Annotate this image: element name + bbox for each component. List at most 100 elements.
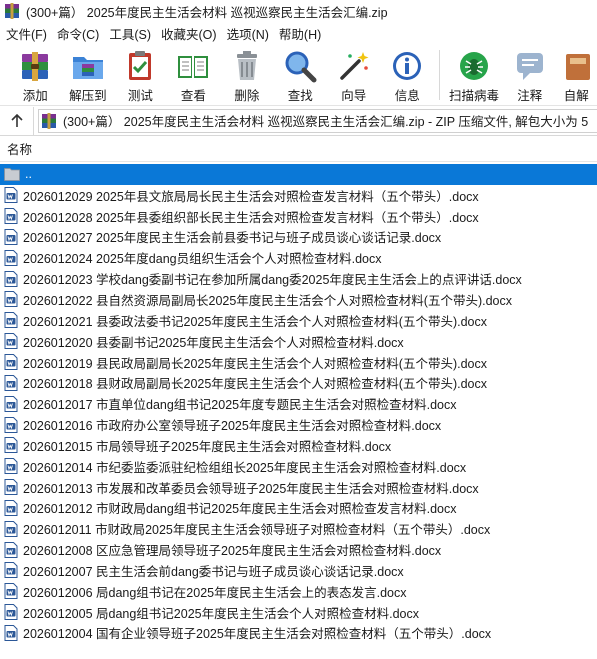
file-name: 2026012020 县委副书记2025年度民主生活会个人对照检查材料.docx: [23, 335, 404, 350]
wizard-wand-icon: [340, 52, 369, 80]
file-row[interactable]: 2026012027 2025年度民主生活会前县委书记与班子成员谈心谈话记录.d…: [0, 227, 597, 248]
file-row[interactable]: 2026012017 市直单位dang组书记2025年度专题民主生活会对照检查材…: [0, 393, 597, 414]
winrar-app-icon: [5, 3, 19, 19]
file-row[interactable]: 2026012008 区应急管理局领导班子2025年度民主生活会对照检查材料.d…: [0, 539, 597, 560]
find-button[interactable]: 查找: [275, 44, 326, 104]
sfx-button[interactable]: 自解: [558, 44, 595, 104]
docx-file-icon: [4, 499, 18, 516]
window-title: (300+篇） 2025年度民主生活会材料 巡视巡察民主生活会汇编.zip: [26, 5, 388, 20]
file-row[interactable]: 2026012005 局dang组书记2025年度民主生活会个人对照检查材料.d…: [0, 602, 597, 623]
file-row[interactable]: 2026012022 县自然资源局副局长2025年度民主生活会个人对照检查材料(…: [0, 289, 597, 310]
find-label: 查找: [287, 89, 313, 103]
file-row[interactable]: 2026012018 县财政局副局长2025年度民主生活会个人对照检查材料(五个…: [0, 372, 597, 393]
info-button[interactable]: 信息: [382, 44, 433, 104]
file-row[interactable]: 2026012006 局dang组书记在2025年度民主生活会上的表态发言.do…: [0, 581, 597, 602]
file-name: 2026012016 市政府办公室领导班子2025年度民主生活会对照检查材料.d…: [23, 419, 442, 434]
file-name: 2026012018 县财政局副局长2025年度民主生活会个人对照检查材料(五个…: [23, 377, 488, 392]
file-row[interactable]: 2026012020 县委副书记2025年度民主生活会个人对照检查材料.docx: [0, 331, 597, 352]
menu-bar: 文件(F) 命令(C) 工具(S) 收藏夹(O) 选项(N) 帮助(H): [0, 22, 597, 44]
docx-file-icon: [4, 354, 18, 371]
magnifier-icon: [285, 51, 317, 83]
up-one-level-button[interactable]: [0, 106, 34, 135]
file-row[interactable]: 2026012029 2025年县文旅局局长民主生活会对照检查发言材料（五个带头…: [0, 185, 597, 206]
address-bar: (300+篇） 2025年度民主生活会材料 巡视巡察民主生活会汇编.zip - …: [0, 106, 597, 136]
view-book-icon: [178, 56, 209, 78]
docx-file-icon: [4, 312, 18, 329]
add-label: 添加: [22, 89, 48, 103]
docx-file-icon: [4, 604, 18, 621]
file-row[interactable]: 2026012028 2025年县委组织部长民主生活会对照检查发言材料（五个带头…: [0, 206, 597, 227]
delete-label: 删除: [234, 89, 260, 103]
arrow-up-icon: [10, 113, 23, 127]
docx-file-icon: [4, 333, 18, 350]
file-row[interactable]: 2026012004 国有企业领导班子2025年度民主生活会对照检查材料（五个带…: [0, 623, 597, 644]
extract-to-button[interactable]: 解压到: [63, 44, 114, 104]
extract-to-label: 解压到: [69, 89, 107, 103]
column-header: 名称: [0, 136, 597, 162]
column-name-header[interactable]: 名称: [7, 139, 32, 158]
docx-file-icon: [4, 562, 18, 579]
file-name: 2026012023 学校dang委副书记在参加所属dang委2025年度民主生…: [23, 273, 522, 288]
file-name: 2026012017 市直单位dang组书记2025年度专题民主生活会对照检查材…: [23, 398, 457, 413]
docx-file-icon: [4, 458, 18, 475]
info-label: 信息: [394, 89, 420, 103]
wizard-button[interactable]: 向导: [328, 44, 379, 104]
file-name: 2026012005 局dang组书记2025年度民主生活会个人对照检查材料.d…: [23, 606, 419, 621]
file-name: 2026012022 县自然资源局副局长2025年度民主生活会个人对照检查材料(…: [23, 293, 513, 308]
wizard-label: 向导: [341, 89, 367, 103]
file-row[interactable]: 2026012016 市政府办公室领导班子2025年度民主生活会对照检查材料.d…: [0, 414, 597, 435]
trash-icon: [236, 51, 257, 80]
delete-button[interactable]: 删除: [221, 44, 272, 104]
docx-file-icon: [4, 624, 18, 641]
file-row[interactable]: 2026012021 县委政法委书记2025年度民主生活会个人对照检查材料(五个…: [0, 310, 597, 331]
file-list: .. 2026012029 2025年县文旅局局长民主生活会对照检查发言材料（五…: [0, 164, 597, 659]
view-button[interactable]: 查看: [168, 44, 219, 104]
file-row[interactable]: 2026012023 学校dang委副书记在参加所属dang委2025年度民主生…: [0, 268, 597, 289]
docx-file-icon: [4, 187, 18, 204]
docx-file-icon: [4, 583, 18, 600]
virus-scan-icon: [460, 52, 488, 80]
file-name: 2026012008 区应急管理局领导班子2025年度民主生活会对照检查材料.d…: [23, 544, 442, 559]
zip-archive-icon: [42, 112, 56, 129]
add-button[interactable]: 添加: [10, 44, 61, 104]
file-row[interactable]: 2026012013 市发展和改革委员会领导班子2025年度民主生活会对照检查材…: [0, 477, 597, 498]
menu-options[interactable]: 选项(N): [223, 24, 275, 43]
menu-help[interactable]: 帮助(H): [275, 24, 327, 43]
file-row[interactable]: 2026012024 2025年度dang员组织生活会个人对照检查材料.docx: [0, 247, 597, 268]
docx-file-icon: [4, 208, 18, 225]
view-label: 查看: [180, 89, 206, 103]
comment-button[interactable]: 注释: [504, 44, 555, 104]
menu-tools[interactable]: 工具(S): [105, 24, 157, 43]
toolbar: 添加 解压到 测试 查看 删除 查找 向导 信息 扫描病毒 注释 自解: [0, 44, 597, 106]
parent-folder-name: ..: [25, 167, 32, 182]
folder-icon: [4, 168, 20, 182]
docx-file-icon: [4, 270, 18, 287]
file-name: 2026012015 市局领导班子2025年度民主生活会对照检查材料.docx: [23, 439, 392, 454]
file-row[interactable]: 2026012014 市纪委监委派驻纪检组组长2025年度民主生活会对照检查材料…: [0, 456, 597, 477]
docx-file-icon: [4, 249, 18, 266]
file-row[interactable]: 2026012007 民主生活会前dang委书记与班子成员谈心谈话记录.docx: [0, 560, 597, 581]
info-icon: [393, 52, 422, 80]
docx-file-icon: [4, 395, 18, 412]
docx-file-icon: [4, 291, 18, 308]
file-name: 2026012014 市纪委监委派驻纪检组组长2025年度民主生活会对照检查材料…: [23, 460, 467, 475]
file-row[interactable]: 2026012011 市财政局2025年度民主生活会领导班子对照检查材料（五个带…: [0, 518, 597, 539]
parent-folder-row[interactable]: ..: [0, 164, 597, 185]
docx-file-icon: [4, 374, 18, 391]
menu-file[interactable]: 文件(F): [2, 24, 53, 43]
docx-file-icon: [4, 228, 18, 245]
file-name: 2026012021 县委政法委书记2025年度民主生活会个人对照检查材料(五个…: [23, 314, 488, 329]
menu-commands[interactable]: 命令(C): [53, 24, 105, 43]
add-archive-icon: [22, 52, 49, 81]
virus-scan-button[interactable]: 扫描病毒: [446, 44, 502, 104]
file-row[interactable]: 2026012015 市局领导班子2025年度民主生活会对照检查材料.docx: [0, 435, 597, 456]
test-button[interactable]: 测试: [115, 44, 166, 104]
file-row[interactable]: 2026012012 市财政局dang组书记2025年度民主生活会对照检查发言材…: [0, 498, 597, 519]
file-row[interactable]: 2026012019 县民政局副局长2025年度民主生活会个人对照检查材料(五个…: [0, 352, 597, 373]
test-label: 测试: [127, 89, 153, 103]
path-field[interactable]: (300+篇） 2025年度民主生活会材料 巡视巡察民主生活会汇编.zip - …: [38, 108, 597, 133]
file-name: 2026012027 2025年度民主生活会前县委书记与班子成员谈心谈话记录.d…: [23, 231, 442, 246]
sfx-label: 自解: [563, 89, 589, 103]
file-name: 2026012006 局dang组书记在2025年度民主生活会上的表态发言.do…: [23, 585, 407, 600]
menu-favorites[interactable]: 收藏夹(O): [157, 24, 223, 43]
